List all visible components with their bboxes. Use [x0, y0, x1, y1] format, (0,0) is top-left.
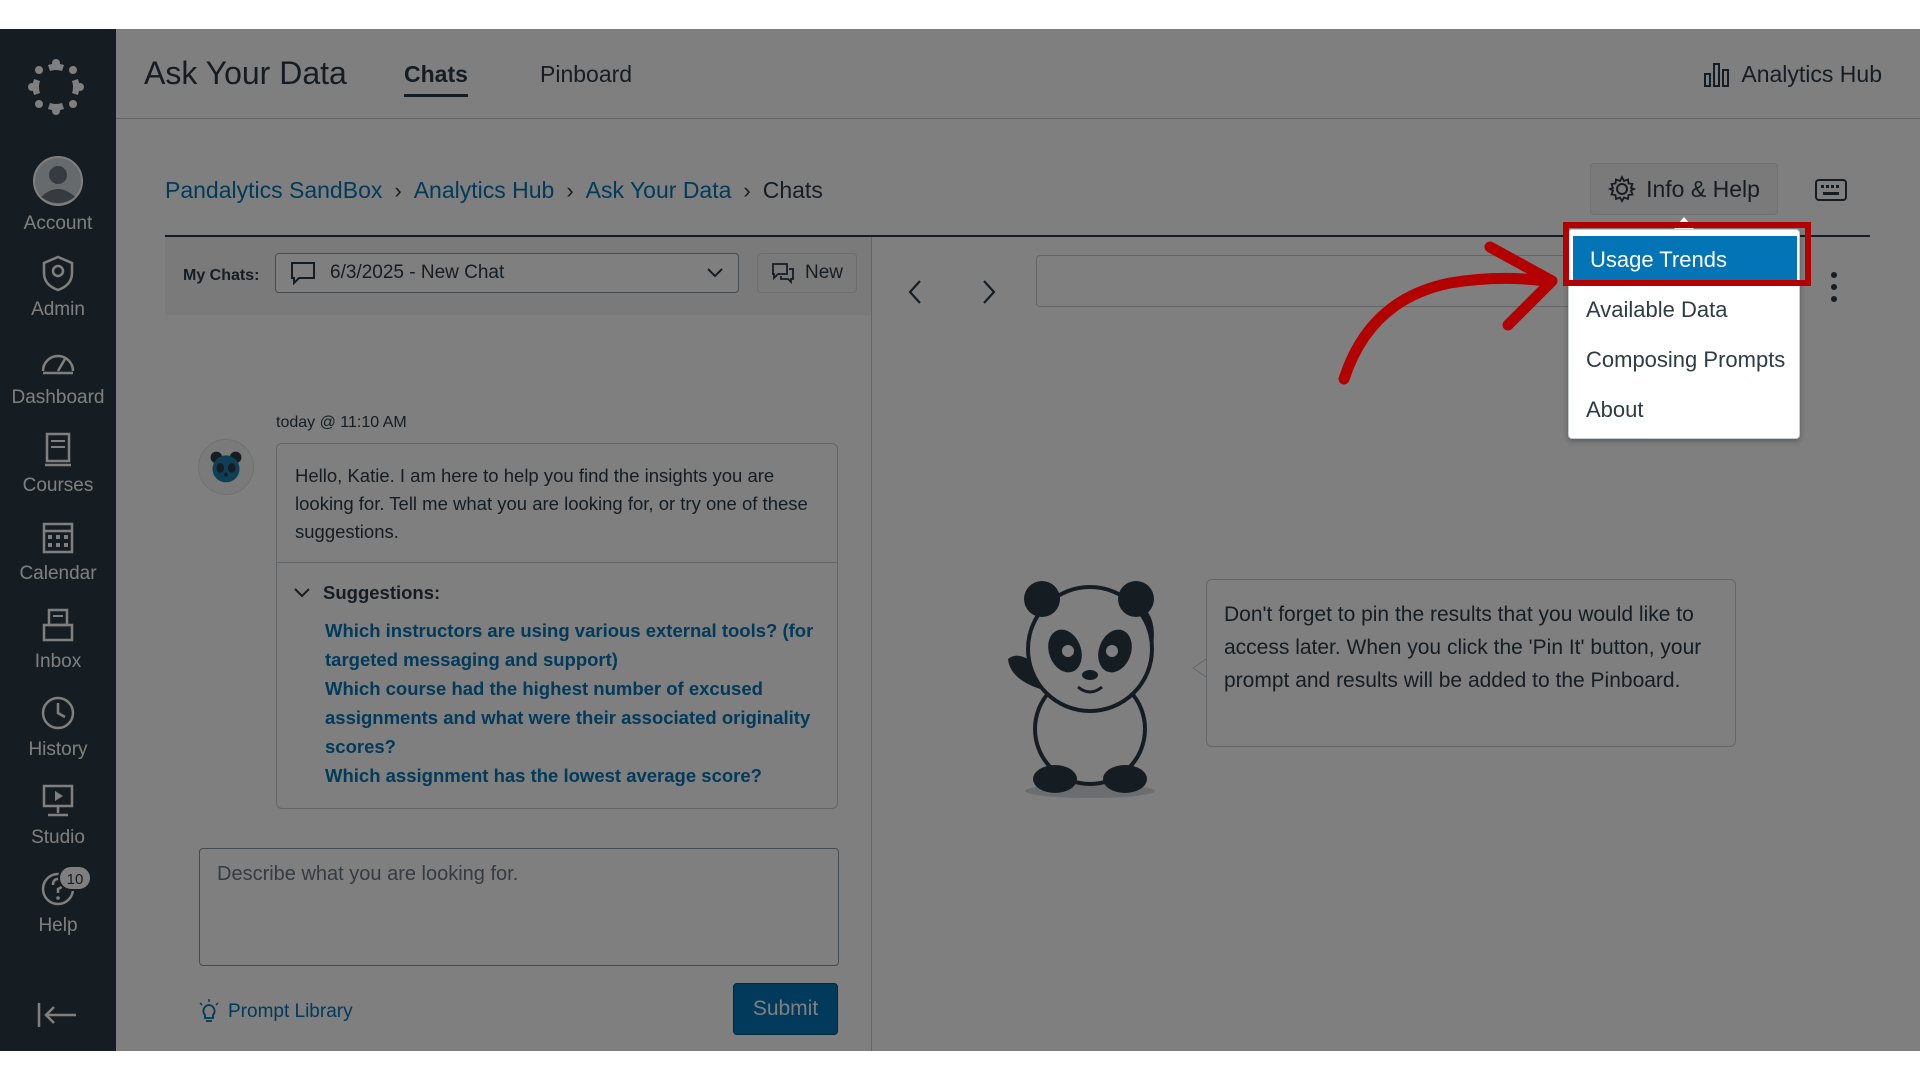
- annotation-arrow-icon: [1338, 241, 1558, 385]
- breadcrumb-item[interactable]: Ask Your Data: [586, 177, 732, 204]
- bar-chart-icon: [1704, 62, 1730, 87]
- dashboard-icon: [41, 354, 75, 375]
- tab-chats[interactable]: Chats: [404, 61, 468, 97]
- panda-mascot-icon: [1008, 581, 1155, 798]
- app-frame: Account Admin Dashboard Courses Calendar…: [0, 29, 1920, 1051]
- chevron-right-icon: ›: [394, 177, 402, 203]
- menu-item-available-data[interactable]: Available Data: [1569, 286, 1801, 336]
- nav-label: Account: [23, 213, 93, 234]
- calendar-icon: [42, 522, 74, 554]
- history-icon: [41, 696, 75, 730]
- breadcrumb: Pandalytics SandBox › Analytics Hub › As…: [165, 177, 823, 204]
- info-help-label: Info & Help: [1646, 175, 1760, 202]
- chat-toolbar: My Chats: 6/3/2025 - New Chat New: [165, 237, 871, 315]
- nav-label: Dashboard: [11, 387, 105, 408]
- message-timestamp: today @ 11:10 AM: [276, 414, 407, 431]
- suggestion-link[interactable]: Which course had the highest number of e…: [325, 674, 825, 761]
- nav-label: Calendar: [19, 563, 97, 584]
- more-options-icon[interactable]: [1826, 267, 1842, 307]
- selected-chat: 6/3/2025 - New Chat: [330, 262, 505, 283]
- tab-pinboard[interactable]: Pinboard: [540, 61, 632, 88]
- pane-divider: [871, 237, 872, 1051]
- courses-icon: [45, 432, 71, 467]
- suggestions-label: Suggestions:: [323, 582, 441, 603]
- nav-item-courses[interactable]: Courses: [0, 429, 116, 513]
- chevron-right-icon: ›: [743, 177, 751, 203]
- nav-item-dashboard[interactable]: Dashboard: [0, 341, 116, 425]
- message-divider: [277, 562, 837, 563]
- chevron-right-icon: ›: [566, 177, 574, 203]
- new-chat-icon: [772, 263, 794, 284]
- suggestion-link[interactable]: Which assignment has the lowest average …: [325, 761, 825, 790]
- prompt-input[interactable]: Describe what you are looking for.: [199, 848, 839, 966]
- greeting-text: Hello, Katie. I am here to help you find…: [295, 465, 808, 542]
- nav-item-inbox[interactable]: Inbox: [0, 605, 116, 689]
- chat-bubble-icon: [291, 262, 315, 285]
- help-badge: 10: [58, 865, 92, 891]
- nav-label: Studio: [31, 827, 85, 848]
- nav-item-account[interactable]: Account: [0, 155, 116, 239]
- app-header: Ask Your Data Chats Pinboard Analytics H…: [116, 29, 1920, 119]
- submit-button[interactable]: Submit: [733, 983, 838, 1035]
- chevron-down-icon: [707, 268, 723, 278]
- menu-item-composing-prompts[interactable]: Composing Prompts: [1569, 336, 1801, 386]
- canvas-logo-icon[interactable]: [26, 57, 86, 117]
- chevron-left-icon[interactable]: [904, 277, 928, 307]
- gear-icon: [1608, 175, 1637, 203]
- nav-label: Help: [38, 915, 78, 936]
- suggestion-link[interactable]: Which instructors are using various exte…: [325, 616, 825, 674]
- pin-tip-bubble: Don't forget to pin the results that you…: [1206, 579, 1736, 747]
- new-chat-button[interactable]: New: [757, 253, 857, 293]
- keyboard-icon[interactable]: [1814, 175, 1848, 203]
- lightbulb-icon: [199, 999, 219, 1022]
- chevron-down-icon: [294, 588, 310, 598]
- chevron-right-icon[interactable]: [976, 277, 1000, 307]
- prompt-library-link[interactable]: Prompt Library: [198, 999, 353, 1025]
- info-help-button[interactable]: Info & Help: [1590, 163, 1778, 215]
- prompt-library-label: Prompt Library: [228, 1001, 353, 1022]
- assistant-message: Hello, Katie. I am here to help you find…: [276, 443, 838, 809]
- global-nav: Account Admin Dashboard Courses Calendar…: [0, 29, 116, 1051]
- nav-item-history[interactable]: History: [0, 693, 116, 777]
- panda-avatar-icon: [198, 439, 254, 495]
- nav-item-help[interactable]: 10 Help: [0, 865, 116, 953]
- admin-icon: [42, 255, 74, 292]
- collapse-nav-icon[interactable]: [36, 999, 80, 1031]
- nav-item-studio[interactable]: Studio: [0, 781, 116, 865]
- analytics-hub-label: Analytics Hub: [1741, 61, 1882, 87]
- suggestions-list: Which instructors are using various exte…: [325, 616, 825, 790]
- account-icon: [33, 156, 83, 206]
- breadcrumb-item[interactable]: Analytics Hub: [414, 177, 555, 204]
- suggestions-toggle[interactable]: Suggestions:: [293, 582, 440, 604]
- chat-select[interactable]: 6/3/2025 - New Chat: [275, 253, 739, 293]
- nav-label: Inbox: [34, 651, 82, 672]
- nav-label: Courses: [22, 475, 94, 496]
- nav-label: History: [28, 739, 88, 760]
- menu-item-about[interactable]: About: [1569, 386, 1801, 436]
- my-chats-label: My Chats:: [183, 267, 260, 284]
- inbox-icon: [42, 608, 74, 642]
- nav-item-calendar[interactable]: Calendar: [0, 517, 116, 601]
- annotation-highlight-box: [1563, 222, 1811, 286]
- breadcrumb-item[interactable]: Pandalytics SandBox: [165, 177, 382, 204]
- analytics-hub-link[interactable]: Analytics Hub: [1703, 61, 1882, 88]
- nav-item-admin[interactable]: Admin: [0, 253, 116, 337]
- nav-label: Admin: [31, 299, 85, 320]
- breadcrumb-current: Chats: [762, 177, 823, 203]
- new-chat-label: New: [804, 262, 843, 283]
- page-title: Ask Your Data: [144, 55, 347, 91]
- studio-icon: [42, 784, 74, 817]
